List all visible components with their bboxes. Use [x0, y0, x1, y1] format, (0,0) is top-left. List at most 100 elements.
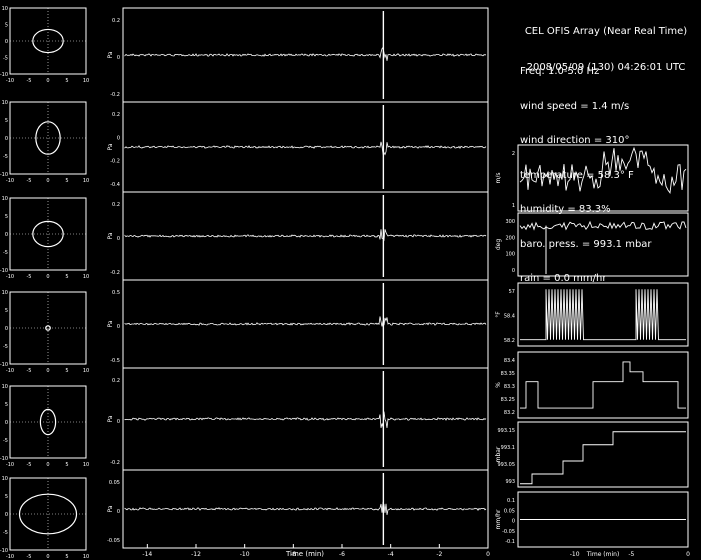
pm-x-tick-label: 10	[83, 274, 89, 280]
pm-y-tick-label: -10	[0, 456, 8, 462]
waveform-y-tick-label: 0	[117, 236, 120, 242]
waveform-x-tick-label: -4	[388, 551, 394, 558]
pm-y-tick-label: -5	[3, 344, 8, 350]
temperature-label: temperature = 58.3° F	[520, 169, 634, 181]
waveform-y-tick-label: -0.05	[107, 538, 120, 544]
met-y-tick-label: 300	[505, 219, 515, 225]
met-x-tick-label: -5	[628, 551, 634, 558]
conditions-block: Freq: 1.0-5.0 Hz wind speed = 1.4 m/s wi…	[520, 42, 652, 296]
pm-x-tick-label: -10	[6, 274, 14, 280]
met-y-tick-label: 83.25	[501, 397, 515, 403]
waveform-trace	[124, 229, 487, 242]
humidity-label: humidity = 83.3%	[520, 204, 611, 215]
met-trace	[520, 431, 686, 485]
pm-x-tick-label: -5	[27, 368, 32, 374]
pm-y-tick-label: 5	[5, 402, 8, 408]
pm-x-tick-label: -5	[27, 462, 32, 468]
pm-x-tick-label: -10	[6, 554, 14, 560]
met-trace	[520, 361, 686, 409]
waveform-trace	[124, 316, 487, 327]
met-y-tick-label: 2	[512, 151, 515, 157]
met-y-tick-label: 993	[505, 479, 515, 485]
pm-y-tick-label: -10	[0, 72, 8, 78]
met-x-label: Time (min)	[586, 551, 620, 558]
waveform-y-tick-label: 0.2	[112, 202, 120, 208]
pm-y-tick-label: 0	[5, 136, 8, 142]
waveform-y-tick-label: -0.2	[110, 92, 120, 98]
pm-y-tick-label: 10	[2, 6, 8, 12]
met-y-tick-label: 58.2	[504, 338, 515, 344]
waveform-y-tick-label: -0.2	[110, 270, 120, 276]
waveform-y-tick-label: 0	[117, 55, 120, 61]
met-y-tick-label: 993.15	[498, 428, 516, 434]
waveform-x-tick-label: -2	[436, 551, 442, 558]
pm-y-tick-label: 5	[5, 494, 8, 500]
met-x-tick-label: 0	[686, 551, 690, 558]
met-y-tick-label: -0.05	[502, 529, 515, 535]
pm-x-tick-label: 5	[65, 368, 68, 374]
pm-x-tick-label: 5	[65, 78, 68, 84]
waveform-y-label: Pa	[107, 51, 114, 58]
pm-x-tick-label: 5	[65, 462, 68, 468]
waveform-x-tick-label: 0	[486, 551, 490, 558]
pm-x-tick-label: -10	[6, 178, 14, 184]
pm-x-tick-label: 0	[46, 78, 49, 84]
waveform-y-label: Pa	[107, 143, 114, 150]
met-y-tick-label: 83.2	[504, 410, 515, 416]
pm-y-tick-label: -10	[0, 548, 8, 554]
met-y-label: mm/hr	[495, 509, 502, 530]
met-y-tick-label: 57	[509, 289, 515, 295]
pm-y-tick-label: -10	[0, 268, 8, 274]
pm-x-tick-label: 5	[65, 178, 68, 184]
waveform-x-tick-label: -14	[142, 551, 152, 558]
pm-x-tick-label: 5	[65, 554, 68, 560]
pm-x-tick-label: 0	[46, 368, 49, 374]
waveform-x-tick-label: -10	[240, 551, 250, 558]
met-trace	[520, 289, 686, 341]
met-x-tick-label: -10	[570, 551, 580, 558]
waveform-y-tick-label: 0	[117, 509, 120, 515]
waveform-y-tick-label: -0.2	[110, 460, 120, 466]
pm-y-tick-label: -10	[0, 172, 8, 178]
met-y-tick-label: 0	[512, 268, 515, 274]
pm-x-tick-label: -10	[6, 78, 14, 84]
pm-x-tick-label: -5	[27, 178, 32, 184]
pm-y-tick-label: 10	[2, 476, 8, 482]
pm-y-tick-label: -5	[3, 530, 8, 536]
pm-y-tick-label: 0	[5, 326, 8, 332]
waveform-x-tick-label: -12	[191, 551, 201, 558]
waveform-y-tick-label: 0	[117, 419, 120, 425]
pm-y-tick-label: 0	[5, 512, 8, 518]
met-y-tick-label: 83.4	[504, 358, 515, 364]
waveform-y-tick-label: 0.2	[112, 378, 120, 384]
waveform-trace	[124, 501, 487, 515]
met-y-tick-label: 0.1	[507, 498, 515, 504]
met-y-label: °F	[495, 311, 502, 318]
pm-y-tick-label: -5	[3, 154, 8, 160]
pm-y-tick-label: 10	[2, 100, 8, 106]
pm-y-tick-label: 10	[2, 196, 8, 202]
pm-x-tick-label: -5	[27, 274, 32, 280]
waveform-trace	[124, 141, 487, 156]
pm-y-tick-label: 10	[2, 290, 8, 296]
met-y-label: mbar	[495, 446, 502, 462]
pm-y-tick-label: 0	[5, 420, 8, 426]
pm-x-tick-label: 10	[83, 554, 89, 560]
met-y-tick-label: 1	[512, 203, 515, 209]
pressure-label: baro. press. = 993.1 mbar	[520, 238, 652, 250]
waveform-x-tick-label: -6	[339, 551, 345, 558]
waveform-y-tick-label: -0.2	[110, 159, 120, 165]
pm-x-tick-label: 5	[65, 274, 68, 280]
pm-x-tick-label: -5	[27, 78, 32, 84]
rain-label: rain = 0.0 mm/hr	[520, 273, 607, 284]
waveform-y-tick-label: 0.5	[112, 290, 120, 296]
pm-x-tick-label: -10	[6, 462, 14, 468]
pm-y-tick-label: -5	[3, 438, 8, 444]
wind-direction-label: wind direction = 310°	[520, 135, 630, 146]
pm-x-tick-label: 10	[83, 178, 89, 184]
met-y-label: m/s	[495, 173, 502, 184]
met-y-tick-label: 0	[512, 519, 515, 525]
met-y-tick-label: 83.35	[501, 371, 515, 377]
met-y-label: %	[495, 382, 502, 388]
pm-y-tick-label: 5	[5, 23, 8, 29]
